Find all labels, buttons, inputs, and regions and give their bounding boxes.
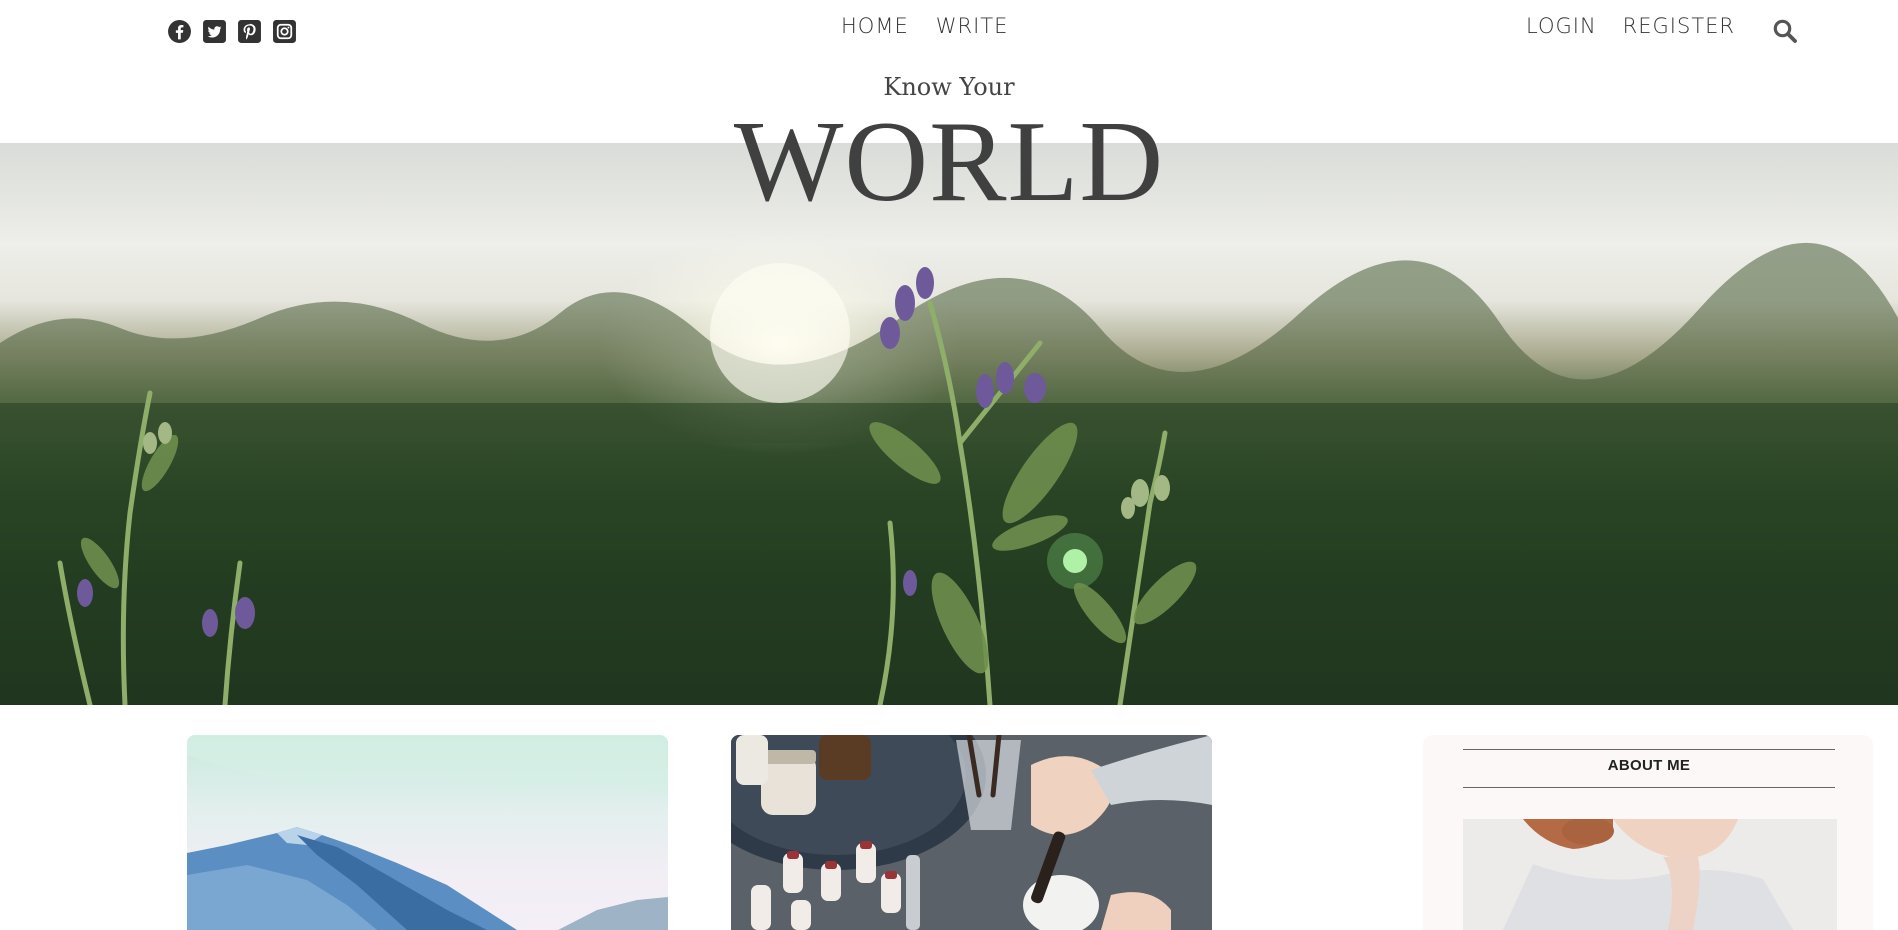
facebook-icon[interactable] <box>167 19 192 44</box>
instagram-icon[interactable] <box>272 19 297 44</box>
login-link[interactable]: LOGIN <box>1526 14 1597 38</box>
cosmetics-photo <box>731 735 1212 930</box>
about-divider-bottom <box>1463 787 1835 788</box>
nav-write-link[interactable]: WRITE <box>936 14 1009 38</box>
mountain-illustration <box>187 735 668 930</box>
about-me-heading: ABOUT ME <box>1607 757 1691 774</box>
about-me-photo <box>1463 819 1837 930</box>
post-card-cosmetics[interactable] <box>731 735 1212 930</box>
top-bar: HOME WRITE LOGIN REGISTER <box>0 0 1898 60</box>
pinterest-icon[interactable] <box>237 19 262 44</box>
site-subtitle: Know Your <box>883 73 1015 101</box>
about-divider-top <box>1463 749 1835 750</box>
site-title: WORLD <box>733 98 1165 226</box>
account-nav: LOGIN REGISTER <box>1526 14 1735 38</box>
nav-home-link[interactable]: HOME <box>841 14 909 38</box>
sidebar-about: ABOUT ME <box>1423 735 1873 930</box>
hero-flower-illustration <box>0 242 1898 705</box>
hero-image <box>0 143 1898 705</box>
main-nav: HOME WRITE <box>841 14 1008 38</box>
post-card-mountains[interactable] <box>187 735 668 930</box>
social-links <box>167 19 297 44</box>
portrait-image <box>1463 819 1837 930</box>
search-icon[interactable] <box>1772 18 1798 44</box>
register-link[interactable]: REGISTER <box>1623 14 1735 38</box>
twitter-icon[interactable] <box>202 19 227 44</box>
